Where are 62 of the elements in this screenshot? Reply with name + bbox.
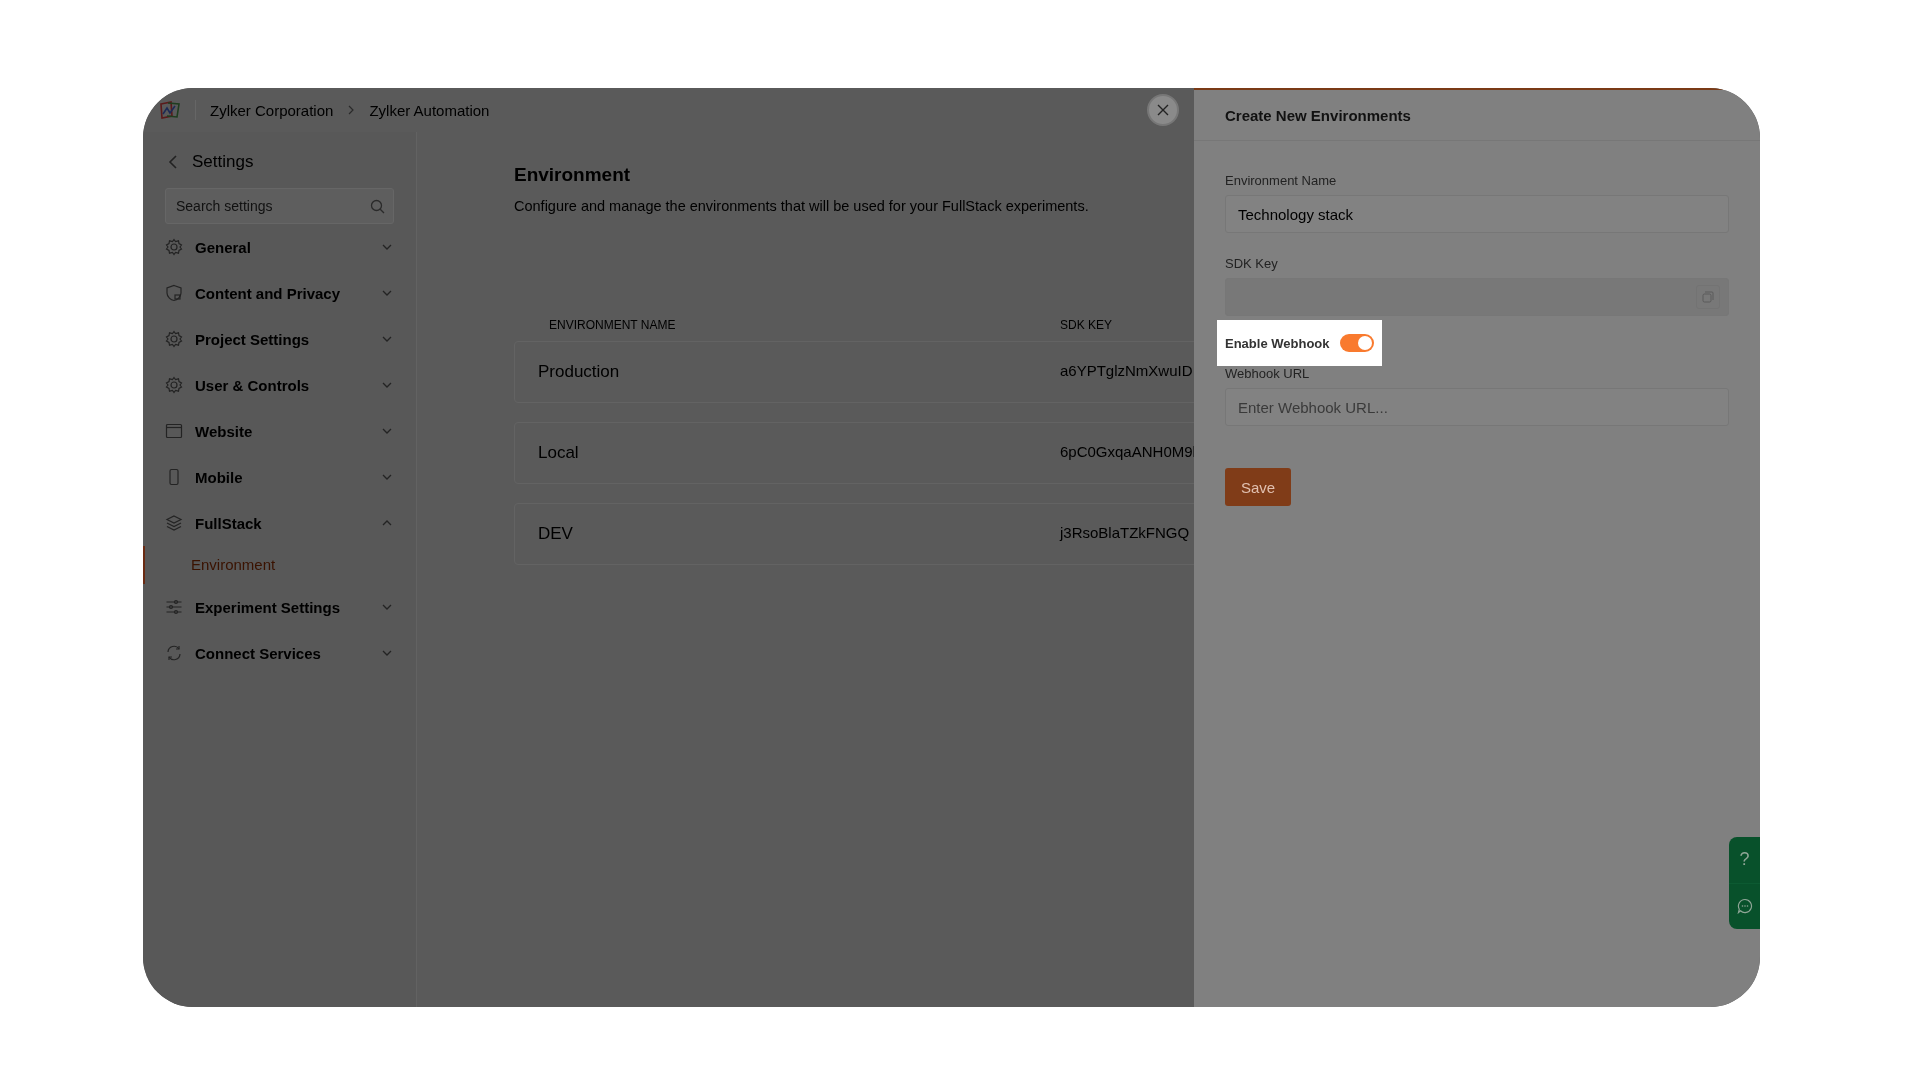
webhook-toggle[interactable]	[1339, 334, 1374, 352]
sidebar-title: Settings	[192, 152, 254, 172]
page-title: Environment	[514, 164, 632, 186]
logo-icon	[159, 101, 181, 119]
sidebar-item[interactable]: Project Settings	[165, 316, 394, 362]
column-header: SDK KEY	[1060, 318, 1113, 332]
copy-icon[interactable]	[1696, 285, 1720, 309]
chevron-down-icon	[382, 428, 392, 434]
gear-icon	[165, 330, 183, 348]
sdk-key: a6YPTglzNmXwuID	[1060, 361, 1193, 379]
field-label: Webhook URL	[1225, 366, 1310, 381]
user-gear-icon	[165, 376, 183, 394]
column-header: ENVIRONMENT NAME	[549, 318, 677, 332]
chevron-down-icon	[382, 474, 392, 480]
chevron-up-icon	[382, 520, 392, 526]
sidebar-item[interactable]: Content and Privacy	[165, 270, 394, 316]
sliders-icon	[165, 598, 183, 616]
browser-window-icon	[165, 422, 183, 440]
sidebar-item[interactable]: Connect Services	[165, 630, 394, 676]
field-label: SDK Key	[1225, 256, 1278, 271]
gear-icon	[165, 238, 183, 256]
sdk-key: j3RsoBlaTZkFNGQ	[1060, 523, 1190, 541]
back-icon[interactable]	[168, 155, 178, 169]
sdk-key: 6pC0GxqaANH0M9l	[1060, 442, 1194, 460]
search-icon	[370, 199, 385, 214]
environment-row[interactable]: Local 6pC0GxqaANH0M9l	[514, 422, 1194, 484]
search-field[interactable]: Search settings	[165, 188, 394, 224]
sidebar-item[interactable]: FullStack	[165, 500, 394, 546]
environment-name: Production	[538, 362, 621, 382]
sidebar-item[interactable]: General	[165, 224, 394, 270]
chevron-right-icon	[347, 105, 356, 115]
breadcrumb-link[interactable]: Zylker Corporation	[210, 101, 334, 119]
save-button[interactable]: Save	[1225, 468, 1292, 506]
sidebar-item[interactable]: User & Controls	[165, 362, 394, 408]
field-label: Environment Name	[1225, 173, 1337, 188]
chevron-down-icon	[382, 650, 392, 656]
environment-row[interactable]: DEV j3RsoBlaTZkFNGQ	[514, 503, 1194, 565]
shield-lock-icon	[165, 284, 183, 302]
selection-indicator	[143, 546, 145, 584]
environment-name: Local	[538, 443, 580, 463]
help-button[interactable]: ?	[1729, 837, 1760, 884]
sidebar-subitem[interactable]: Environment	[191, 555, 276, 575]
panel-title: Create New Environments	[1225, 106, 1411, 124]
environment-row[interactable]: Production a6YPTglzNmXwuID	[514, 341, 1194, 403]
sidebar-item[interactable]: Website	[165, 408, 394, 454]
chevron-down-icon	[382, 382, 392, 388]
sync-icon	[165, 644, 183, 662]
chevron-down-icon	[382, 244, 392, 250]
chevron-down-icon	[382, 290, 392, 296]
page-description: Configure and manage the environments that will be used for your FullStack experiments.	[514, 198, 1090, 214]
sidebar-item[interactable]: Experiment Settings	[165, 584, 394, 630]
webhook-url-field[interactable]: Enter Webhook URL...	[1225, 388, 1729, 426]
breadcrumb-link[interactable]: Zylker Automation	[369, 101, 490, 119]
toggle-label: Enable Webhook	[1225, 335, 1330, 351]
sdk-key-field[interactable]	[1225, 278, 1729, 316]
environment-name-field[interactable]: Technology stack	[1225, 195, 1729, 233]
close-icon	[1157, 104, 1169, 116]
environment-name: DEV	[538, 524, 574, 544]
sidebar-item[interactable]: Mobile	[165, 454, 394, 500]
layers-icon	[165, 514, 183, 532]
chevron-down-icon	[382, 604, 392, 610]
chevron-down-icon	[382, 336, 392, 342]
